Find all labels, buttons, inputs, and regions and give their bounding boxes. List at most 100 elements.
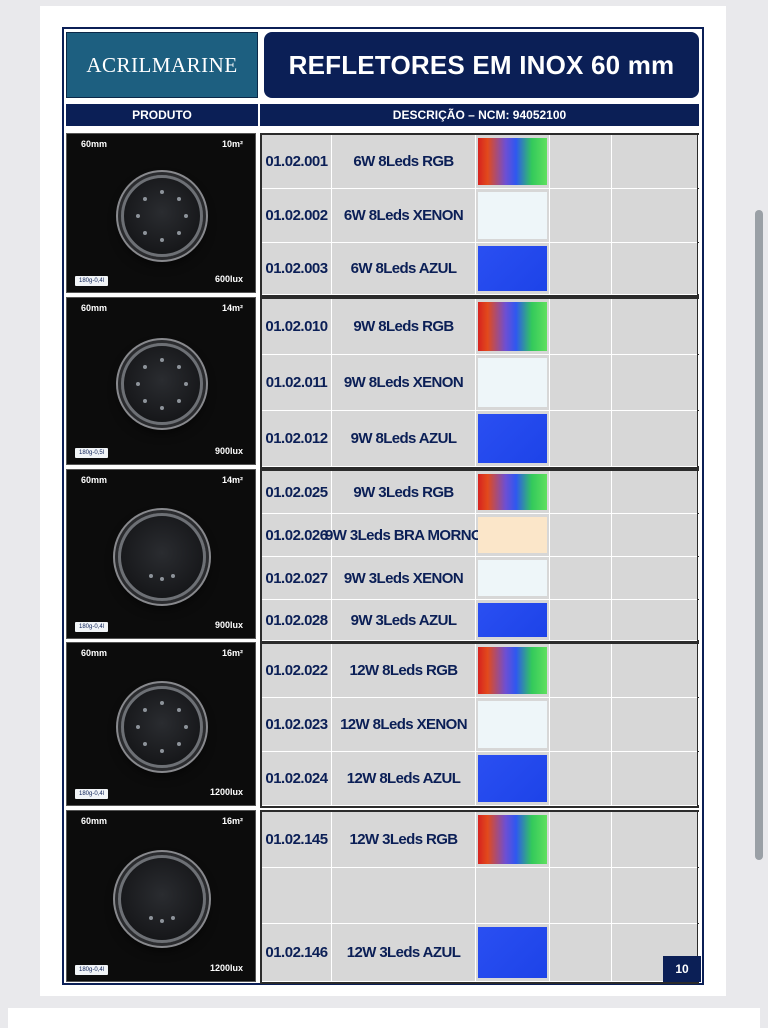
led-dot — [136, 214, 140, 218]
brand-logo: ACRILMARINE — [66, 32, 258, 98]
empty-cell — [612, 243, 699, 294]
empty-cell — [550, 557, 612, 599]
color-swatch-cell — [476, 600, 550, 640]
page-title-box: REFLETORES EM INOX 60 mm — [264, 32, 699, 98]
description-column-header: DESCRIÇÃO – NCM: 94052100 — [260, 104, 699, 126]
empty-cell — [612, 411, 699, 466]
table-row: 01.02.002 6W 8Leds XENON — [262, 189, 699, 243]
color-swatch — [478, 927, 547, 978]
led-dot — [136, 725, 140, 729]
empty-cell — [550, 600, 612, 640]
color-swatch-cell — [476, 644, 550, 697]
spotlight-image — [121, 343, 203, 425]
product-description: 12W 3Leds AZUL — [332, 924, 476, 981]
led-dot — [143, 365, 148, 370]
empty-cell — [612, 868, 699, 923]
led-dot — [143, 398, 148, 403]
empty-cell — [612, 644, 699, 697]
table-row — [262, 868, 699, 924]
color-swatch-cell — [476, 471, 550, 513]
color-swatch — [478, 815, 547, 864]
led-dot — [176, 197, 181, 202]
product-photo: 60mm 10m² 180g-0,4l 600lux — [66, 133, 256, 293]
color-swatch-cell — [476, 135, 550, 188]
color-swatch-cell — [476, 514, 550, 556]
product-description — [332, 868, 476, 923]
photo-area-label: 14m² — [221, 475, 243, 485]
empty-cell — [550, 411, 612, 466]
photo-weight-label: 180g-0,4l — [75, 276, 109, 286]
product-code: 01.02.024 — [262, 752, 332, 805]
product-code: 01.02.026 — [262, 514, 332, 556]
led-dot — [148, 573, 153, 578]
product-description: 6W 8Leds AZUL — [332, 243, 476, 294]
photo-lux-label: 900lux — [214, 446, 243, 456]
spotlight-image — [118, 513, 206, 601]
color-swatch-cell — [476, 752, 550, 805]
product-code: 01.02.001 — [262, 135, 332, 188]
product-description: 9W 8Leds RGB — [332, 299, 476, 354]
color-swatch-cell — [476, 243, 550, 294]
table-row: 01.02.145 12W 3Leds RGB — [262, 812, 699, 868]
color-swatch — [478, 246, 547, 291]
color-swatch-cell — [476, 299, 550, 354]
table-row: 01.02.026 9W 3Leds BRA MORNO — [262, 514, 699, 557]
scrollbar[interactable] — [755, 210, 763, 860]
empty-cell — [612, 514, 699, 556]
table-row: 01.02.024 12W 8Leds AZUL — [262, 752, 699, 806]
empty-cell — [612, 355, 699, 410]
product-table: 01.02.010 9W 8Leds RGB 01.02.011 9W 8Leds X… — [260, 297, 699, 469]
product-code: 01.02.011 — [262, 355, 332, 410]
color-swatch — [478, 603, 547, 637]
table-row: 01.02.012 9W 8Leds AZUL — [262, 411, 699, 467]
led-dot — [184, 382, 188, 386]
color-swatch — [478, 138, 547, 185]
table-row: 01.02.010 9W 8Leds RGB — [262, 299, 699, 355]
product-photo: 60mm 16m² 180g-0,4l 1200lux — [66, 810, 256, 982]
page-number: 10 — [663, 956, 701, 982]
led-dot — [143, 741, 148, 746]
led-dot — [143, 708, 148, 713]
color-swatch-cell — [476, 189, 550, 242]
led-dot — [184, 725, 188, 729]
color-swatch — [478, 302, 547, 351]
empty-cell — [550, 471, 612, 513]
empty-cell — [612, 135, 699, 188]
led-dot — [176, 230, 181, 235]
product-description: 9W 8Leds AZUL — [332, 411, 476, 466]
color-swatch-cell — [476, 868, 550, 923]
led-dot — [160, 358, 164, 362]
table-row: 01.02.003 6W 8Leds AZUL — [262, 243, 699, 295]
empty-cell — [612, 752, 699, 805]
spotlight-image — [121, 686, 203, 768]
empty-cell — [550, 924, 612, 981]
color-swatch — [478, 517, 547, 553]
brand-name: ACRILMARINE — [86, 52, 238, 77]
product-code: 01.02.012 — [262, 411, 332, 466]
empty-cell — [550, 698, 612, 751]
led-dot — [160, 701, 164, 705]
next-page-edge — [8, 1008, 760, 1028]
product-code: 01.02.145 — [262, 812, 332, 867]
photo-lux-label: 600lux — [214, 274, 243, 284]
photo-size-label: 60mm — [81, 816, 108, 826]
table-row: 01.02.027 9W 3Leds XENON — [262, 557, 699, 600]
product-code: 01.02.023 — [262, 698, 332, 751]
product-description: 6W 8Leds RGB — [332, 135, 476, 188]
table-row: 01.02.025 9W 3Leds RGB — [262, 471, 699, 514]
color-swatch — [478, 755, 547, 802]
led-dot — [160, 577, 164, 581]
led-dot — [160, 238, 164, 242]
led-dot — [136, 382, 140, 386]
photo-area-label: 16m² — [221, 816, 243, 826]
color-swatch-cell — [476, 812, 550, 867]
product-code: 01.02.025 — [262, 471, 332, 513]
led-dot — [171, 573, 176, 578]
led-dot — [143, 230, 148, 235]
color-swatch — [478, 414, 547, 463]
table-row: 01.02.023 12W 8Leds XENON — [262, 698, 699, 752]
product-code: 01.02.146 — [262, 924, 332, 981]
page-title: REFLETORES EM INOX 60 mm — [288, 49, 675, 80]
product-table: 01.02.022 12W 8Leds RGB 01.02.023 12W 8Leds… — [260, 642, 699, 808]
empty-cell — [550, 812, 612, 867]
